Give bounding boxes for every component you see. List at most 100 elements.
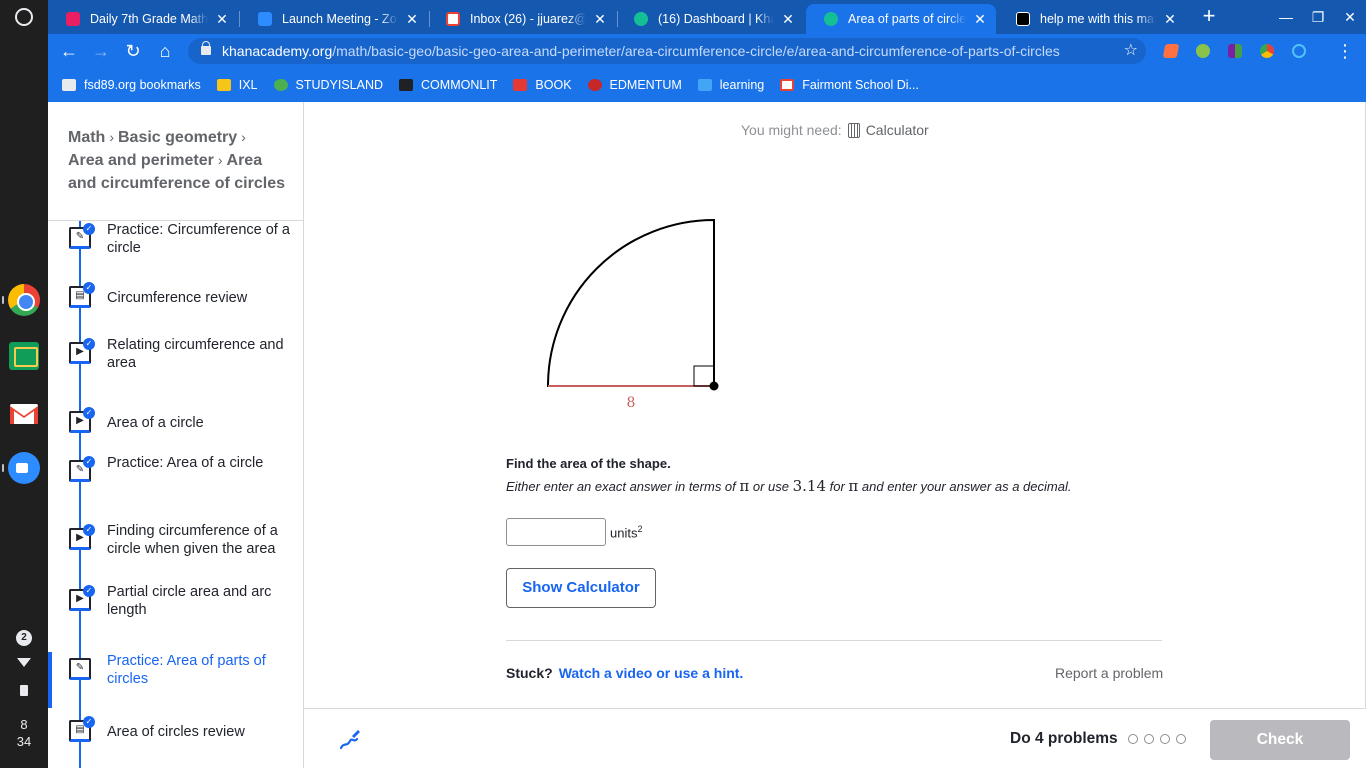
progress-dot — [1160, 734, 1170, 744]
battery-icon[interactable] — [20, 685, 28, 696]
close-tab-icon[interactable]: ✕ — [780, 11, 796, 28]
hint-link[interactable]: Watch a video or use a hint. — [559, 665, 744, 681]
browser-tab[interactable]: (16) Dashboard | Khan ✕ — [616, 4, 804, 34]
extension-icon[interactable] — [1196, 44, 1210, 58]
units-exponent: 2 — [637, 524, 643, 534]
sidebar-lesson-item[interactable]: ✎ ✓ Practice: Circumference of a circle — [48, 221, 303, 277]
close-tab-icon[interactable]: ✕ — [592, 11, 608, 28]
sidebar-lesson-item[interactable]: ▶ ✓ Partial circle area and arc length — [48, 583, 303, 639]
completed-check-icon: ✓ — [83, 585, 95, 597]
address-bar[interactable]: khanacademy.org/math/basic-geo/basic-geo… — [188, 38, 1146, 64]
tab-title: Daily 7th Grade Math Z — [90, 12, 208, 26]
completed-check-icon: ✓ — [83, 524, 95, 536]
divider — [506, 640, 1162, 641]
pencil-icon: ✎ — [69, 658, 91, 680]
extension-icon[interactable] — [1162, 44, 1180, 58]
sidebar-lesson-item[interactable]: ▶ ✓ Relating circumference and area — [48, 336, 303, 392]
bookmark-item[interactable]: COMMONLIT — [399, 78, 497, 92]
calculator-link[interactable]: Calculator — [866, 122, 929, 138]
close-tab-icon[interactable]: ✕ — [972, 11, 988, 28]
close-window-icon[interactable]: ✕ — [1336, 4, 1364, 30]
tab-favicon-icon — [824, 12, 838, 26]
pi-approximation: 3.14 — [792, 477, 827, 495]
bookmark-label: BOOK — [535, 78, 572, 92]
might-need-label: You might need: — [741, 122, 842, 138]
close-tab-icon[interactable]: ✕ — [1162, 11, 1178, 28]
bookmark-item[interactable]: STUDYISLAND — [273, 78, 383, 92]
close-tab-icon[interactable]: ✕ — [214, 11, 230, 28]
zoom-app-icon[interactable] — [8, 452, 40, 484]
progress-dot — [1176, 734, 1186, 744]
folder-icon — [62, 79, 76, 91]
sidebar-lesson-label: Practice: Circumference of a circle — [107, 222, 290, 256]
close-tab-icon[interactable]: ✕ — [404, 11, 420, 28]
browser-tab[interactable]: Inbox (26) - jjuarez@fsd ✕ — [428, 4, 616, 34]
system-clock[interactable]: 8 34 — [0, 716, 48, 750]
completed-check-icon: ✓ — [83, 716, 95, 728]
quarter-circle-figure: 8 — [546, 218, 719, 411]
notification-count-badge[interactable]: 2 — [16, 630, 32, 646]
extension-icon[interactable] — [1260, 44, 1274, 58]
sidebar-lesson-label: Area of a circle — [107, 415, 204, 431]
pi-symbol: π — [848, 477, 859, 495]
running-indicator — [2, 464, 4, 472]
breadcrumb: Math › Basic geometry › Area and perimeter ›… — [68, 126, 288, 195]
back-arrow-icon[interactable]: ← — [56, 38, 82, 64]
breadcrumb-math[interactable]: Math — [68, 129, 105, 146]
calculator-icon[interactable] — [847, 122, 860, 138]
bookmark-item[interactable]: Fairmont School Di... — [780, 78, 919, 92]
bookmark-star-icon[interactable]: ☆ — [1124, 38, 1138, 64]
new-tab-button[interactable]: + — [1196, 4, 1222, 30]
extension-icon[interactable] — [1228, 44, 1242, 58]
wifi-icon[interactable] — [17, 658, 31, 667]
bookmark-item[interactable]: BOOK — [513, 78, 572, 92]
google-classroom-app-icon[interactable] — [9, 342, 39, 370]
forward-arrow-icon[interactable]: → — [88, 38, 114, 64]
minimize-window-icon[interactable]: — — [1272, 4, 1300, 30]
sidebar-lesson-item[interactable]: ▤ ✓ Circumference review — [48, 280, 303, 336]
bookmark-folder[interactable]: fsd89.org bookmarks — [62, 78, 201, 92]
clock-hour: 8 — [20, 717, 28, 732]
sidebar-lesson-item[interactable]: ▶ ✓ Finding circumference of a circle when… — [48, 522, 303, 578]
tab-favicon-icon — [1016, 12, 1030, 26]
completed-check-icon: ✓ — [83, 407, 95, 419]
sidebar-lesson-item[interactable]: ✎ ✓ Practice: Area of a circle — [48, 454, 303, 510]
chrome-app-icon[interactable] — [8, 284, 40, 316]
instructions-text: Either enter an exact answer in terms of — [506, 479, 740, 494]
scratchpad-pencil-icon[interactable] — [338, 727, 362, 751]
check-button[interactable]: Check — [1210, 720, 1350, 760]
sidebar-lesson-item[interactable]: ▶ ✓ Area of a circle — [48, 405, 303, 461]
bookmark-item[interactable]: EDMENTUM — [587, 78, 682, 92]
home-icon[interactable]: ⌂ — [152, 38, 178, 64]
answer-input[interactable] — [506, 518, 606, 546]
completed-check-icon: ✓ — [83, 282, 95, 294]
question: Find the area of the shape. Either enter… — [506, 456, 1146, 495]
show-calculator-button[interactable]: Show Calculator — [506, 568, 656, 608]
browser-menu-icon[interactable]: ⋮ — [1332, 38, 1358, 64]
bookmark-item[interactable]: learning — [697, 78, 764, 92]
sidebar-lesson-label: Practice: Area of a circle — [107, 455, 264, 471]
gmail-app-icon[interactable] — [8, 398, 40, 430]
sidebar-lesson-label: Relating circumference and area — [107, 337, 284, 371]
browser-tab-active[interactable]: Area of parts of circles ✕ — [806, 4, 996, 34]
browser-tab[interactable]: Daily 7th Grade Math Z ✕ — [48, 4, 238, 34]
url-domain: khanacademy.org — [222, 43, 333, 59]
extension-icon[interactable] — [1292, 44, 1306, 58]
exercise-panel: You might need: Calculator 8 Find the ar… — [304, 102, 1366, 708]
sidebar-lesson-item[interactable]: ✎ Practice: Area of parts of circles — [48, 652, 303, 708]
chevron-right-icon: › — [109, 129, 114, 145]
bookmark-item[interactable]: IXL — [216, 78, 258, 92]
launcher-icon[interactable] — [15, 8, 33, 26]
instructions-text: or use — [749, 479, 793, 494]
maximize-window-icon[interactable]: ❐ — [1304, 4, 1332, 30]
browser-tab[interactable]: Launch Meeting - Zoom ✕ — [240, 4, 428, 34]
lock-icon[interactable] — [201, 41, 211, 55]
sidebar-lesson-item[interactable]: ▤ ✓ Area of circles review — [48, 714, 303, 768]
browser-tab[interactable]: help me with this math ✕ — [998, 4, 1186, 34]
report-problem-link[interactable]: Report a problem — [1055, 665, 1163, 681]
breadcrumb-basic-geometry[interactable]: Basic geometry — [118, 129, 237, 146]
sidebar-lesson-label: Circumference review — [107, 290, 248, 306]
breadcrumb-area-perimeter[interactable]: Area and perimeter — [68, 152, 214, 169]
reload-icon[interactable]: ↻ — [120, 38, 146, 64]
gmail-icon — [780, 79, 795, 91]
